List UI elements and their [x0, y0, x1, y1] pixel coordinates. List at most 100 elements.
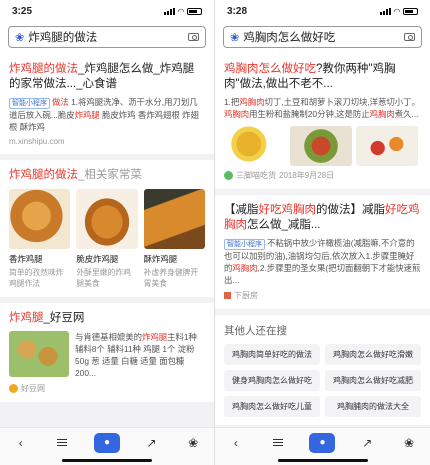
status-bar: 3:25 ◠ — [0, 0, 214, 22]
search-query: 炸鸡腿的做法 — [28, 32, 98, 44]
phone-right: 3:28 ◠ ❀ 鸡胸肉怎么做好吃 鸡胸肉怎么做好吃?教你两种"鸡胸肉"做法,做… — [215, 0, 430, 465]
related-item[interactable]: 鸡胸肉怎么做好吃滑嫩 — [325, 344, 421, 365]
recipe-name: 脆皮炸鸡腿 — [76, 254, 119, 264]
abstract-highlight: 鸡胸肉 — [224, 109, 250, 119]
recipe-image — [76, 189, 138, 249]
result-body: 与肯德基相媲美的炸鸡腿主料1种 辅料8个 辅料11种 鸡腿 1个 淀粉 50g … — [9, 331, 205, 379]
result-title[interactable]: 炸鸡腿的做法_相关家常菜 — [9, 168, 205, 183]
recipe-desc: 补虚养身健脾开胃美食 — [143, 268, 199, 288]
signal-icon — [163, 7, 175, 15]
recipe-item[interactable]: 酥炸鸡腿 补虚养身健脾开胃美食 — [143, 189, 205, 289]
abstract-highlight: 炸鸡腿 — [142, 332, 168, 342]
result-image[interactable] — [290, 126, 352, 166]
source-name: 下厨房 — [234, 291, 258, 300]
source-name: 好豆网 — [21, 384, 45, 393]
abstract-highlight: 鸡胸肉 — [232, 263, 258, 273]
result-card[interactable]: 【减脂好吃鸡胸肉的做法】减脂好吃鸡胸肉怎么做_减脂... 智能小程序 不粘锅中放少… — [215, 195, 430, 309]
title-highlight: 炸鸡腿的做法 — [9, 63, 78, 75]
mic-icon[interactable]: ● — [309, 432, 336, 453]
recipe-item[interactable]: 香炸鸡腿 简单的孜然味炸鸡腿作法 — [9, 189, 71, 289]
status-icons: ◠ — [163, 6, 202, 16]
back-icon[interactable]: ‹ — [226, 433, 246, 453]
result-images — [224, 126, 421, 166]
search-bar: ❀ 鸡胸肉怎么做好吃 — [215, 22, 430, 54]
home-indicator — [277, 459, 368, 462]
menu-icon[interactable] — [52, 433, 72, 453]
related-item[interactable]: 鸡胸肉怎么做好吃减肥 — [325, 370, 421, 391]
recipe-image — [9, 189, 71, 249]
result-title[interactable]: 鸡胸肉怎么做好吃?教你两种"鸡胸肉"做法,做出不老不... — [224, 62, 421, 92]
paw-icon: ❀ — [230, 31, 240, 44]
result-title[interactable]: 炸鸡腿的做法_炸鸡腿怎么做_炸鸡腿的家常做法..._心食谱 — [9, 62, 205, 92]
title-text: 怎么做_减脂... — [247, 219, 321, 231]
result-source: 好豆网 — [9, 383, 205, 394]
search-input[interactable]: ❀ 鸡胸肉怎么做好吃 — [223, 26, 422, 48]
battery-icon — [187, 7, 202, 15]
abstract-text: 与肯德基相媲美的 — [75, 332, 142, 342]
result-source: m.xinshipu.com — [9, 137, 205, 146]
result-abstract: 智能小程序 不粘锅中放少许橄榄油(减脂嘛,不介意的也可以加别的油),油锅均匀后,依… — [224, 237, 421, 286]
back-icon[interactable]: ‹ — [11, 433, 31, 453]
result-abstract: 智能小程序 做法 1.将鸡腿洗净、沥干水分,用刀划几道后放入碗...脆皮炸鸡腿 脆… — [9, 96, 205, 133]
related-searches: 其他人还在搜 鸡胸肉简单好吃的做法 鸡胸肉怎么做好吃滑嫩 健身鸡胸肉怎么做好吃 … — [215, 315, 430, 425]
source-date: 2018年9月28日 — [279, 171, 335, 180]
source-logo-icon — [224, 171, 233, 180]
mini-program-tag: 智能小程序 — [9, 98, 50, 109]
paw-icon[interactable]: ❀ — [399, 433, 419, 453]
wifi-icon: ◠ — [177, 6, 184, 16]
result-abstract: 与肯德基相媲美的炸鸡腿主料1种 辅料8个 辅料11种 鸡腿 1个 淀粉 50g … — [75, 331, 205, 379]
result-source: 下厨房 — [224, 290, 421, 301]
status-time: 3:25 — [12, 5, 33, 17]
abstract-highlight: 做法 — [52, 97, 69, 107]
title-highlight: 好吃鸡胸肉 — [258, 204, 317, 216]
abstract-text: 1.把 — [224, 97, 240, 107]
result-title[interactable]: 【减脂好吃鸡胸肉的做法】减脂好吃鸡胸肉怎么做_减脂... — [224, 203, 421, 233]
result-source: 三脚喵吃货 2018年9月28日 — [224, 170, 421, 181]
result-card[interactable]: 炸鸡腿_好豆网 与肯德基相媲美的炸鸡腿主料1种 辅料8个 辅料11种 鸡腿 1个… — [0, 303, 214, 402]
paw-icon: ❀ — [15, 31, 25, 44]
result-title[interactable]: 炸鸡腿_好豆网 — [9, 311, 205, 326]
paw-icon[interactable]: ❀ — [183, 433, 203, 453]
result-card[interactable]: 炸鸡腿的做法_相关家常菜 香炸鸡腿 简单的孜然味炸鸡腿作法 脆皮炸鸡腿 外酥里嫩… — [0, 160, 214, 297]
search-bar: ❀ 炸鸡腿的做法 — [0, 22, 214, 54]
title-highlight: 鸡胸肉怎么做好吃 — [224, 63, 316, 75]
title-text: _好豆网 — [43, 312, 85, 324]
related-item[interactable]: 鸡胸肉简单好吃的做法 — [224, 344, 320, 365]
bottom-toolbar: ‹ ● ↗ ❀ — [215, 427, 430, 465]
title-text: _相关家常菜 — [78, 169, 142, 181]
recipe-desc: 简单的孜然味炸鸡腿作法 — [9, 268, 64, 288]
share-icon[interactable]: ↗ — [142, 433, 162, 453]
share-icon[interactable]: ↗ — [357, 433, 377, 453]
source-logo-icon — [9, 384, 18, 393]
result-image[interactable] — [224, 126, 286, 166]
source-name: 三脚喵吃货 — [236, 171, 276, 180]
result-image[interactable] — [356, 126, 418, 166]
result-abstract: 1.把鸡胸肉切丁,土豆和胡萝卜滚刀切块,洋葱切小丁。鸡胸肉用生粉和盐腌制20分钟… — [224, 96, 421, 120]
related-item[interactable]: 鸡胸肉怎么做好吃儿童 — [224, 396, 320, 417]
camera-icon[interactable] — [188, 33, 199, 41]
abstract-highlight: 鸡胸肉 — [239, 97, 265, 107]
recipe-name: 酥炸鸡腿 — [143, 254, 178, 264]
related-title: 其他人还在搜 — [224, 325, 287, 337]
status-icons: ◠ — [379, 7, 418, 16]
results-list: 炸鸡腿的做法_炸鸡腿怎么做_炸鸡腿的家常做法..._心食谱 智能小程序 做法 1.… — [0, 54, 214, 427]
recipe-item[interactable]: 脆皮炸鸡腿 外酥里嫩的炸鸡腿美食 — [76, 189, 138, 289]
menu-icon[interactable] — [268, 433, 288, 453]
signal-icon — [379, 7, 391, 15]
phone-left: 3:25 ◠ ❀ 炸鸡腿的做法 炸鸡腿的做法_炸鸡腿怎么做_炸鸡腿的家常做法..… — [0, 0, 215, 465]
result-card[interactable]: 炸鸡腿的做法_炸鸡腿怎么做_炸鸡腿的家常做法..._心食谱 智能小程序 做法 1.… — [0, 54, 214, 154]
title-highlight: 炸鸡腿 — [9, 312, 44, 324]
search-query: 鸡胸肉怎么做好吃 — [243, 32, 336, 44]
related-item[interactable]: 健身鸡胸肉怎么做好吃 — [224, 370, 320, 391]
camera-icon[interactable] — [404, 33, 415, 41]
status-time: 3:28 — [227, 5, 248, 17]
recipe-image — [143, 189, 205, 249]
result-card[interactable]: 鸡胸肉怎么做好吃?教你两种"鸡胸肉"做法,做出不老不... 1.把鸡胸肉切丁,土… — [215, 54, 430, 189]
mic-icon[interactable]: ● — [93, 432, 120, 453]
home-indicator — [62, 459, 152, 462]
recipe-desc: 外酥里嫩的炸鸡腿美食 — [76, 268, 131, 288]
search-input[interactable]: ❀ 炸鸡腿的做法 — [8, 26, 206, 48]
related-item[interactable]: 鸡胸脯肉的做法大全 — [325, 396, 421, 417]
battery-icon — [403, 7, 418, 15]
abstract-text: 切丁,土豆和胡萝卜滚刀切块,洋葱切小丁。 — [264, 97, 420, 107]
